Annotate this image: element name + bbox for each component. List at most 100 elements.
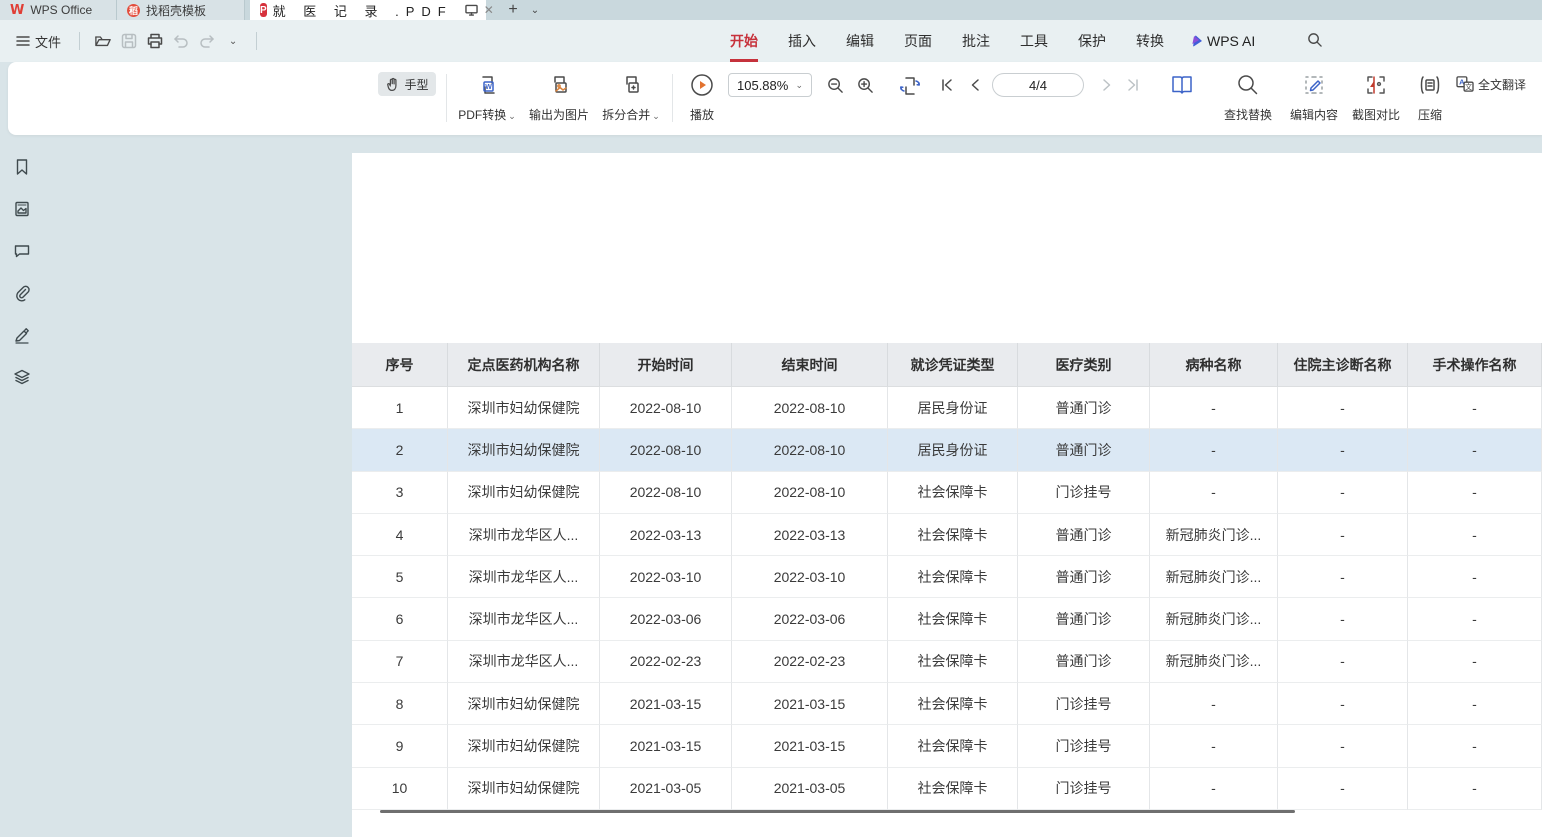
zoom-level-value: 105.88% <box>737 78 788 93</box>
table-cell: 深圳市龙华区人... <box>448 641 600 683</box>
table-cell: 2021-03-15 <box>732 725 888 767</box>
print-icon[interactable] <box>144 30 166 52</box>
full-translate-button[interactable]: A文 全文翻译 <box>1456 73 1526 95</box>
ribbon-search-icon[interactable] <box>1307 32 1322 50</box>
tab-docer-templates[interactable]: 稻 找稻壳模板 <box>117 0 245 20</box>
play-button[interactable]: 播放 <box>680 73 724 123</box>
table-cell: - <box>1408 598 1542 640</box>
table-row: 6深圳市龙华区人...2022-03-062022-03-06社会保障卡普通门诊… <box>352 598 1542 640</box>
rotate-document-icon[interactable] <box>888 72 932 100</box>
table-cell: - <box>1150 725 1278 767</box>
menu-item-tools[interactable]: 工具 <box>1020 29 1048 53</box>
table-row: 7深圳市龙华区人...2022-02-232022-02-23社会保障卡普通门诊… <box>352 641 1542 683</box>
table-cell: 深圳市妇幼保健院 <box>448 768 600 810</box>
find-replace-button[interactable]: 查找替换 <box>1216 73 1280 123</box>
tab-list-chevron-icon[interactable]: ⌄ <box>526 0 544 20</box>
signature-pen-icon[interactable] <box>12 325 32 345</box>
save-icon[interactable] <box>118 30 140 52</box>
tab-wps-office[interactable]: W WPS Office <box>0 0 117 20</box>
table-cell: 10 <box>352 768 448 810</box>
table-cell: - <box>1408 683 1542 725</box>
menu-item-insert[interactable]: 插入 <box>788 29 816 53</box>
tab-label: 就 医 记 录 .PDF <box>273 1 453 20</box>
screenshot-compare-icon <box>1364 73 1388 97</box>
zoom-out-icon[interactable] <box>824 75 846 95</box>
page-indicator: 4/4 <box>1029 78 1047 93</box>
table-cell: 2 <box>352 429 448 471</box>
wps-ai-logo-icon <box>1193 35 1204 47</box>
compress-button[interactable]: 压缩 <box>1408 73 1452 123</box>
table-cell: 社会保障卡 <box>888 683 1018 725</box>
table-cell: 2022-08-10 <box>732 429 888 471</box>
table-cell: 1 <box>352 387 448 429</box>
table-row: 2深圳市妇幼保健院2022-08-102022-08-10居民身份证普通门诊--… <box>352 429 1542 471</box>
quick-access-chevron-icon[interactable]: ⌄ <box>222 30 244 52</box>
table-cell: 2021-03-15 <box>600 725 732 767</box>
tab-close-icon[interactable]: ✕ <box>484 0 494 20</box>
menu-bar: 文件 ⌄ 开始 插入 编辑 页面 批注 工具 保护 转换 WPS AI <box>0 20 1542 62</box>
previous-page-icon[interactable] <box>964 74 986 96</box>
table-cell: - <box>1278 429 1408 471</box>
zoom-level-select[interactable]: 105.88% ⌄ <box>728 73 812 97</box>
menu-item-protect[interactable]: 保护 <box>1078 29 1106 53</box>
table-cell: 新冠肺炎门诊... <box>1150 641 1278 683</box>
comment-icon[interactable] <box>12 241 32 261</box>
full-translate-label: 全文翻译 <box>1478 76 1526 93</box>
next-page-icon[interactable] <box>1096 74 1118 96</box>
open-file-icon[interactable] <box>92 30 114 52</box>
menu-item-edit[interactable]: 编辑 <box>846 29 874 53</box>
table-row: 1深圳市妇幼保健院2022-08-102022-08-10居民身份证普通门诊--… <box>352 387 1542 429</box>
undo-icon[interactable] <box>170 30 192 52</box>
screenshot-compare-button[interactable]: 截图对比 <box>1346 73 1406 123</box>
attachment-icon[interactable] <box>12 283 32 303</box>
table-cell: - <box>1278 514 1408 556</box>
home-ribbon-toolbar: 手型 选择 W PDF转换⌄ 输出为图片 拆分合并⌄ 播放 105.88% ⌄ … <box>8 62 1542 135</box>
menu-item-home[interactable]: 开始 <box>730 29 758 53</box>
file-menu-label: 文件 <box>35 32 61 51</box>
table-cell: 2022-03-06 <box>600 598 732 640</box>
menu-item-page[interactable]: 页面 <box>904 29 932 53</box>
menu-item-convert[interactable]: 转换 <box>1136 29 1164 53</box>
export-image-button[interactable]: 输出为图片 <box>526 73 592 123</box>
edit-content-button[interactable]: 编辑内容 <box>1284 73 1344 123</box>
pdf-convert-button[interactable]: W PDF转换⌄ <box>453 73 521 123</box>
tab-medical-record-pdf[interactable]: P 就 医 记 录 .PDF ✕ <box>250 0 486 20</box>
redo-icon[interactable] <box>196 30 218 52</box>
table-cell: 5 <box>352 556 448 598</box>
split-merge-icon <box>619 73 643 97</box>
table-header-cell: 开始时间 <box>600 343 732 387</box>
last-page-icon[interactable] <box>1122 74 1144 96</box>
read-mode-icon[interactable] <box>1160 70 1204 100</box>
table-cell: 深圳市妇幼保健院 <box>448 387 600 429</box>
table-cell: 新冠肺炎门诊... <box>1150 514 1278 556</box>
table-cell: - <box>1150 683 1278 725</box>
first-page-icon[interactable] <box>936 74 958 96</box>
split-merge-button[interactable]: 拆分合并⌄ <box>598 73 664 123</box>
tab-monitor-icon[interactable] <box>465 0 478 20</box>
table-header-cell: 手术操作名称 <box>1408 343 1542 387</box>
edit-content-icon <box>1302 73 1326 97</box>
page-number-input[interactable]: 4/4 <box>992 73 1084 97</box>
zoom-in-icon[interactable] <box>854 75 876 95</box>
table-cell: 门诊挂号 <box>1018 472 1150 514</box>
tab-label: WPS Office <box>30 3 92 17</box>
table-cell: 门诊挂号 <box>1018 768 1150 810</box>
table-cell: - <box>1408 725 1542 767</box>
new-tab-button[interactable]: + <box>500 0 526 20</box>
wps-ai-button[interactable]: WPS AI <box>1194 33 1255 49</box>
zoom-chevron-icon: ⌄ <box>795 80 803 91</box>
bookmark-icon[interactable] <box>12 157 32 177</box>
docer-icon: 稻 <box>127 4 140 17</box>
table-row: 10深圳市妇幼保健院2021-03-052021-03-05社会保障卡门诊挂号-… <box>352 768 1542 810</box>
table-cell: 深圳市妇幼保健院 <box>448 725 600 767</box>
table-cell: - <box>1150 387 1278 429</box>
hand-tool-button[interactable]: 手型 <box>378 72 436 96</box>
layers-icon[interactable] <box>12 367 32 387</box>
thumbnail-icon[interactable] <box>12 199 32 219</box>
find-replace-label: 查找替换 <box>1224 106 1272 123</box>
menu-item-comment[interactable]: 批注 <box>962 29 990 53</box>
table-cell: 普通门诊 <box>1018 556 1150 598</box>
table-cell: 深圳市妇幼保健院 <box>448 429 600 471</box>
file-menu-button[interactable]: 文件 <box>10 28 67 55</box>
table-cell: 深圳市龙华区人... <box>448 514 600 556</box>
